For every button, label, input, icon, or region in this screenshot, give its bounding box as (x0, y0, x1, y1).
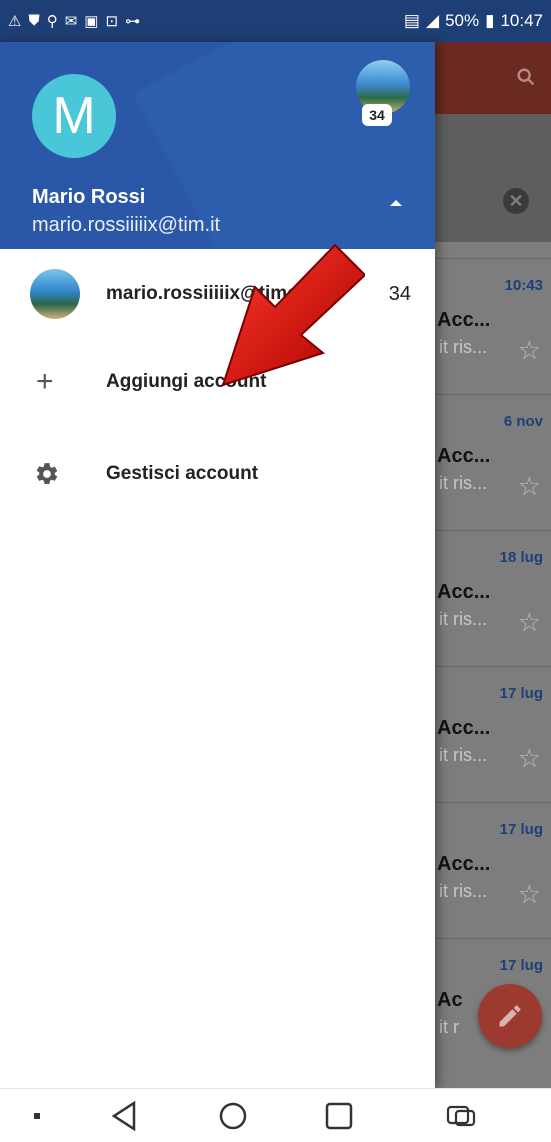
plus-icon: + (36, 365, 54, 398)
battery-level: 50% (445, 11, 480, 30)
warning-icon: ⚠ (8, 13, 22, 30)
manage-accounts-label: Gestisci account (106, 463, 259, 484)
list-item[interactable]: 18 lug Acc... it ris... ☆ (435, 530, 551, 666)
mail-subject: Acc... (437, 853, 491, 875)
list-item[interactable]: 6 nov Acc... it ris... ☆ (435, 394, 551, 530)
mail-date: 6 nov (503, 413, 543, 430)
mail-preview: it ris... (439, 881, 487, 901)
gallery-icon: ▣ (84, 13, 99, 30)
gear-icon (36, 463, 58, 484)
mail-preview: it r (439, 1017, 459, 1037)
mail-preview: it ris... (439, 473, 487, 493)
status-bar: ⚠ ⛊ ⚲ ✉ ▣ ⊡ ⊶ ▤ ◢ 50% ▮ 10:47 (0, 0, 551, 42)
user-name: Mario Rossi (32, 186, 146, 208)
mail-toolbar: ✕ (435, 42, 551, 242)
mail-subject: Ac (437, 989, 463, 1011)
usb-icon: ⊶ (125, 13, 141, 30)
mail-subject: Acc... (437, 717, 491, 739)
battery-icon: ▮ (485, 11, 495, 30)
mail-subject: Acc... (437, 309, 491, 331)
mail-list-background: ✕ 10:43 Acc... it ris... ☆ 6 nov Acc... … (435, 42, 551, 1088)
mail-preview: it ris... (439, 609, 487, 629)
mail-subject: Acc... (437, 581, 491, 603)
list-item[interactable]: 17 lug Acc... it ris... ☆ (435, 666, 551, 802)
mail-preview: it ris... (439, 745, 487, 765)
pencil-icon (499, 1005, 521, 1027)
list-item[interactable]: 10:43 Acc... it ris... ☆ (435, 258, 551, 394)
list-item[interactable]: 17 lug Acc... it ris... ☆ (435, 802, 551, 938)
mail-date: 18 lug (499, 549, 543, 566)
star-icon[interactable]: ☆ (518, 743, 541, 774)
recents-icon[interactable] (322, 1099, 356, 1133)
star-icon[interactable]: ☆ (518, 471, 541, 502)
close-icon[interactable]: ✕ (503, 188, 529, 214)
navigation-drawer: M 34 Mario Rossi mario.rossiiiiix@tim.it… (0, 42, 435, 1088)
user-email: mario.rossiiiiix@tim.it (32, 214, 221, 236)
star-icon[interactable]: ☆ (518, 607, 541, 638)
back-icon[interactable] (108, 1099, 142, 1133)
manage-accounts-item[interactable]: Gestisci account (0, 434, 435, 514)
star-icon[interactable]: ☆ (518, 879, 541, 910)
caret-up-icon[interactable] (390, 200, 402, 206)
dot-icon[interactable] (30, 1099, 46, 1133)
mail-date: 17 lug (499, 957, 543, 974)
star-icon[interactable]: ☆ (518, 335, 541, 366)
signal-icon: ◢ (425, 11, 440, 30)
clock: 10:47 (500, 11, 543, 30)
mail-date: 10:43 (504, 277, 543, 294)
mail-date: 17 lug (499, 685, 543, 702)
mail-subject: Acc... (437, 445, 491, 467)
compose-button[interactable] (478, 984, 542, 1048)
unread-count: 34 (388, 282, 411, 305)
nfc-icon: ▤ (403, 11, 420, 30)
drawer-header: M 34 Mario Rossi mario.rossiiiiix@tim.it (0, 42, 435, 249)
notification-icons: ⚠ ⛊ ⚲ ✉ ▣ ⊡ ⊶ (8, 12, 140, 30)
home-icon[interactable] (216, 1099, 250, 1133)
avatar[interactable]: M (32, 74, 116, 158)
mail-preview: it ris... (439, 337, 487, 357)
message-icon: ⊡ (105, 13, 119, 30)
shield-icon: ⛊ (28, 12, 40, 29)
unread-badge: 34 (362, 104, 392, 126)
dual-screen-icon[interactable] (444, 1099, 478, 1133)
mail-icon: ✉ (64, 13, 78, 30)
mail-date: 17 lug (499, 821, 543, 838)
location-icon: ⚲ (46, 13, 58, 30)
annotation-arrow-icon (221, 243, 365, 387)
account-avatar-icon (30, 269, 80, 319)
search-icon[interactable] (515, 66, 537, 88)
system-navigation-bar (0, 1088, 551, 1142)
